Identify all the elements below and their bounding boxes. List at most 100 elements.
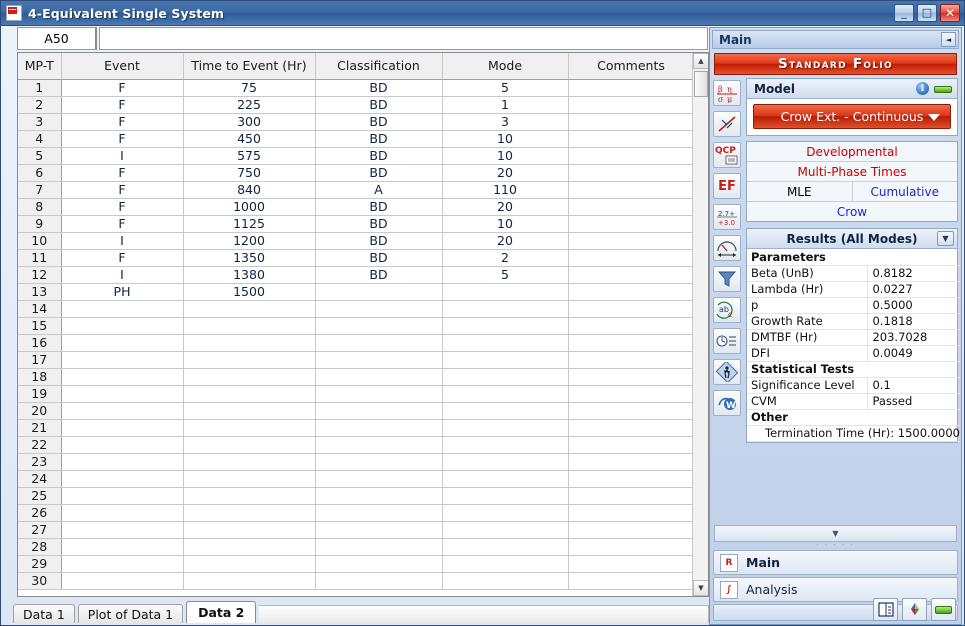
row-header[interactable]: 3 — [18, 113, 62, 131]
cell-event[interactable]: F — [61, 249, 184, 267]
cell-time[interactable]: 75 — [183, 79, 316, 97]
cell-event[interactable] — [61, 538, 184, 556]
info-icon[interactable]: i — [916, 82, 929, 95]
row-header[interactable]: 7 — [18, 181, 62, 199]
data-grid[interactable]: MP-T Event Time to Event (Hr) Classifica… — [17, 52, 709, 597]
green-bar-icon[interactable] — [931, 598, 956, 621]
cell-time[interactable]: 450 — [183, 130, 316, 148]
cell-event[interactable] — [61, 317, 184, 335]
formula-input[interactable] — [99, 27, 708, 50]
cell-mode[interactable]: 3 — [442, 113, 569, 131]
cell-comments[interactable] — [568, 351, 695, 369]
row-header[interactable]: 17 — [18, 351, 62, 369]
cell-classification[interactable]: BD — [315, 266, 443, 284]
cell-mode[interactable] — [442, 402, 569, 420]
cell-classification[interactable] — [315, 317, 443, 335]
funnel-icon[interactable] — [713, 266, 741, 292]
table-row[interactable]: 21 — [18, 419, 695, 437]
cell-event[interactable] — [61, 300, 184, 318]
row-header[interactable]: 4 — [18, 130, 62, 148]
row-header[interactable]: 6 — [18, 164, 62, 182]
table-row[interactable]: 20 — [18, 402, 695, 420]
cell-classification[interactable] — [315, 368, 443, 386]
cell-event[interactable] — [61, 368, 184, 386]
cell-time[interactable]: 1380 — [183, 266, 316, 284]
cell-time[interactable]: 300 — [183, 113, 316, 131]
cell-comments[interactable] — [568, 215, 695, 233]
table-row[interactable]: 28 — [18, 538, 695, 556]
row-header[interactable]: 10 — [18, 232, 62, 250]
cell-event[interactable] — [61, 436, 184, 454]
qcp-icon[interactable]: QCP — [713, 142, 741, 168]
cell-mode[interactable] — [442, 487, 569, 505]
table-row[interactable]: 25 — [18, 487, 695, 505]
cell-event[interactable]: F — [61, 164, 184, 182]
row-header[interactable]: 20 — [18, 402, 62, 420]
cell-time[interactable] — [183, 385, 316, 403]
table-row[interactable]: 8 F 1000 BD 20 — [18, 198, 695, 216]
row-header[interactable]: 30 — [18, 572, 62, 590]
cell-comments[interactable] — [568, 436, 695, 454]
cell-time[interactable]: 225 — [183, 96, 316, 114]
row-header[interactable]: 13 — [18, 283, 62, 301]
cell-time[interactable] — [183, 555, 316, 573]
cell-mode[interactable] — [442, 317, 569, 335]
cell-time[interactable] — [183, 538, 316, 556]
cell-comments[interactable] — [568, 419, 695, 437]
cell-comments[interactable] — [568, 96, 695, 114]
cell-mode[interactable] — [442, 385, 569, 403]
sheet-tab[interactable]: Data 1 — [13, 604, 75, 623]
cell-time[interactable] — [183, 487, 316, 505]
row-header[interactable]: 24 — [18, 470, 62, 488]
cell-event[interactable] — [61, 334, 184, 352]
cell-time[interactable] — [183, 436, 316, 454]
cell-mode[interactable] — [442, 555, 569, 573]
table-row[interactable]: 17 — [18, 351, 695, 369]
table-row[interactable]: 30 — [18, 572, 695, 590]
cell-classification[interactable] — [315, 283, 443, 301]
cell-mode[interactable]: 110 — [442, 181, 569, 199]
cell-comments[interactable] — [568, 521, 695, 539]
cell-comments[interactable] — [568, 402, 695, 420]
cell-event[interactable] — [61, 555, 184, 573]
table-row[interactable]: 2 F 225 BD 1 — [18, 96, 695, 114]
color-diamond-icon[interactable] — [902, 598, 927, 621]
grid-vertical-scrollbar[interactable]: ▲ ▼ — [692, 53, 708, 596]
row-header[interactable]: 26 — [18, 504, 62, 522]
cell-event[interactable]: F — [61, 198, 184, 216]
cell-event[interactable]: I — [61, 147, 184, 165]
cell-time[interactable]: 575 — [183, 147, 316, 165]
panel-expand-button[interactable]: ▼ — [714, 525, 957, 542]
table-row[interactable]: 12 I 1380 BD 5 — [18, 266, 695, 284]
maximize-button[interactable]: □ — [917, 4, 937, 22]
row-header[interactable]: 19 — [18, 385, 62, 403]
collapse-panel-button[interactable]: ◄ — [941, 32, 956, 47]
table-row[interactable]: 29 — [18, 555, 695, 573]
row-header[interactable]: 12 — [18, 266, 62, 284]
cell-classification[interactable]: BD — [315, 198, 443, 216]
cell-event[interactable]: F — [61, 113, 184, 131]
cell-time[interactable] — [183, 504, 316, 522]
plot-icon[interactable] — [713, 111, 741, 137]
cell-classification[interactable]: BD — [315, 79, 443, 97]
cell-time[interactable] — [183, 368, 316, 386]
cell-mode[interactable]: 10 — [442, 130, 569, 148]
cell-time[interactable]: 750 — [183, 164, 316, 182]
column-header-event[interactable]: Event — [61, 53, 184, 80]
cell-mode[interactable]: 10 — [442, 215, 569, 233]
row-header[interactable]: 27 — [18, 521, 62, 539]
cell-mode[interactable]: 20 — [442, 198, 569, 216]
cell-comments[interactable] — [568, 249, 695, 267]
ef-icon[interactable]: EF — [713, 173, 741, 199]
minimize-button[interactable]: _ — [894, 4, 914, 22]
column-header-comments[interactable]: Comments — [568, 53, 695, 80]
cell-reference-box[interactable]: A50 — [17, 27, 97, 50]
cell-time[interactable] — [183, 300, 316, 318]
cell-classification[interactable]: BD — [315, 147, 443, 165]
cell-classification[interactable] — [315, 334, 443, 352]
nav-button-main[interactable]: R Main — [713, 550, 958, 575]
row-header[interactable]: 18 — [18, 368, 62, 386]
cell-time[interactable] — [183, 402, 316, 420]
cell-classification[interactable] — [315, 436, 443, 454]
cell-comments[interactable] — [568, 555, 695, 573]
